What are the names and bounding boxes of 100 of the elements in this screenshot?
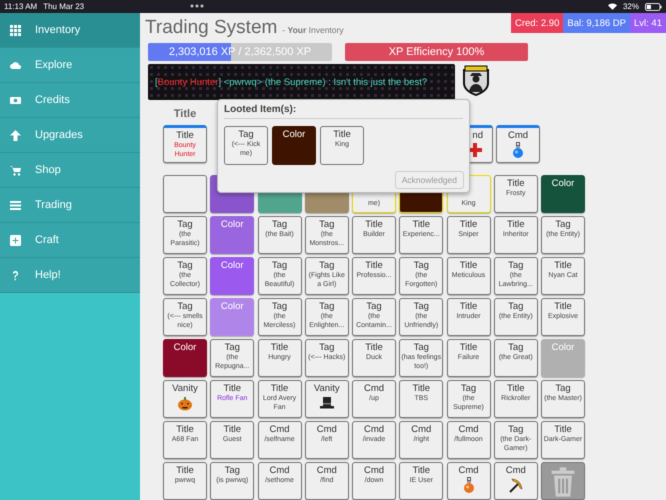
dialog-title: Looted Item(s): [224, 104, 463, 119]
item-type: Tag [272, 219, 288, 230]
sidebar-item[interactable]: Inventory [0, 13, 140, 48]
battery-percent: 32% [622, 2, 639, 11]
item-type: Title [365, 219, 383, 230]
item-type: Color [220, 260, 244, 271]
item-tile[interactable]: Cmd [496, 125, 540, 163]
trash-button[interactable] [541, 462, 585, 500]
item-type: Title [412, 219, 430, 230]
battery-icon [645, 2, 662, 10]
item-type: Tag [319, 219, 334, 230]
item-type: Title [176, 465, 194, 476]
item-type: Tag [366, 301, 382, 312]
plus-square-icon [10, 234, 21, 246]
color-swatch[interactable]: Color [541, 175, 585, 213]
item-type: Color [282, 129, 306, 140]
item-type: Tag [177, 219, 193, 230]
list-icon [10, 200, 21, 210]
item-type: Title [270, 383, 288, 394]
item-type: Cmd [506, 465, 526, 476]
item-type: Title [365, 342, 383, 353]
item-type: Title [460, 342, 478, 353]
item-type: Tag [272, 260, 288, 271]
item-tile[interactable]: Vanity [304, 380, 349, 418]
item-type: Title [460, 260, 478, 271]
clock-time: 11:13 AM [4, 2, 38, 11]
cloud-icon [10, 60, 21, 70]
slot-heading: Title [172, 108, 198, 122]
item-type: Vanity [172, 383, 198, 394]
cart-icon [10, 164, 21, 176]
item-type: Title [506, 219, 525, 230]
item-type: Tag [319, 342, 334, 353]
item-type: Tag [508, 260, 524, 271]
item-type: Tag [414, 342, 429, 353]
wifi-icon [608, 3, 617, 10]
item-type: Title [270, 342, 288, 353]
color-swatch[interactable]: Color [272, 126, 316, 165]
top-hat-icon [318, 395, 335, 411]
item-type: Color [552, 178, 574, 189]
item-tile[interactable]: Cmd [494, 462, 538, 500]
item-type: Tag [224, 342, 240, 353]
date-text: Thu Mar 23 [43, 2, 84, 11]
item-type: Title [365, 260, 383, 271]
item-type: Title [506, 383, 525, 394]
arrow-up-icon [10, 130, 21, 140]
trash-icon [550, 466, 576, 496]
item-type: Tag [177, 301, 193, 312]
item-type: Title [460, 301, 478, 312]
item-type: Cmd [316, 465, 337, 476]
more-icon [190, 4, 204, 8]
item-type: Tag [555, 219, 571, 230]
shield-badge-icon [462, 65, 490, 97]
item-type: Tag [319, 301, 334, 312]
empty-slot[interactable] [163, 175, 207, 213]
item-type: Cmd [364, 465, 384, 476]
item-type: Title [554, 301, 572, 312]
item-type: Color [220, 301, 244, 312]
item-type: Cmd [316, 424, 337, 435]
item-type: Title [412, 383, 430, 394]
item-type: Title [176, 424, 194, 435]
plus-icon [467, 142, 483, 158]
item-type: Tag [414, 260, 429, 271]
grid-icon [10, 24, 21, 36]
item-type: Tag [319, 260, 334, 271]
item-type: Cmd [458, 465, 479, 476]
item-type: Title [412, 465, 430, 476]
stat-badge: Lvl: 41 [630, 13, 666, 33]
color-swatch[interactable]: Color [163, 339, 207, 377]
color-swatch[interactable]: Color [210, 257, 254, 295]
efficiency-text: XP Efficiency 100% [388, 46, 484, 58]
pickaxe-icon [508, 477, 524, 493]
item-type: Title [506, 178, 525, 189]
item-type: Title [554, 260, 572, 271]
item-type: Tag [460, 383, 476, 394]
item-type: Cmd [411, 424, 432, 435]
item-type: Title [223, 383, 242, 394]
item-type: Title [554, 424, 572, 435]
page-subtitle: - Your Inventory [282, 25, 344, 35]
color-swatch[interactable]: Color [210, 216, 254, 254]
item-tile[interactable]: Vanity [163, 380, 207, 418]
item-type: Cmd [269, 465, 290, 476]
page-title: Trading System [145, 17, 278, 39]
item-type: Cmd [508, 130, 528, 141]
item-type: Tag [508, 301, 524, 312]
item-type: Color [220, 219, 244, 230]
item-type: Title [223, 424, 242, 435]
item-type: Title [460, 219, 478, 230]
item-type: Tag [272, 301, 288, 312]
item-type: Title [333, 129, 351, 140]
item-type: Tag [555, 383, 571, 394]
item-type: Tag [414, 301, 429, 312]
item-type: Tag [508, 424, 524, 435]
item-tile[interactable]: Cmd [446, 462, 490, 500]
stat-badge: Bal: 9,186 DP [563, 13, 630, 33]
item-type: Cmd [269, 424, 290, 435]
chat-message: [Bounty Hunter] <pwrwq> (the Supreme) : Isn't this just the best? [155, 76, 428, 88]
pumpkin-icon [177, 395, 193, 411]
question-icon [10, 270, 21, 280]
stat-badge: Cred: 2.90 [511, 13, 564, 33]
item-type: nd [472, 130, 483, 141]
